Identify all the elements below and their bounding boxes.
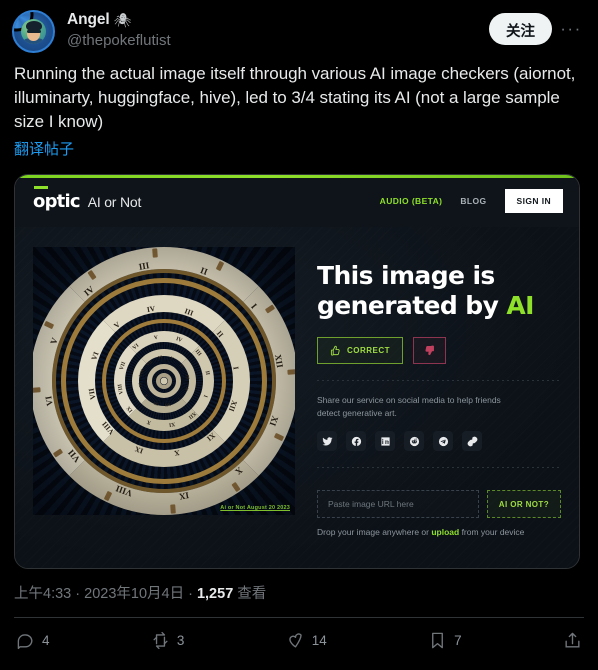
twitter-icon[interactable]: [317, 431, 337, 451]
translate-post-link[interactable]: 翻译帖子: [0, 134, 88, 160]
logo-wordmark: optic: [33, 190, 80, 212]
logo-dash-icon: [34, 185, 48, 189]
views-label: 查看: [233, 586, 267, 602]
result-title-prefix: This image is generated by: [317, 261, 507, 320]
share-icon: [565, 632, 580, 648]
reply-button[interactable]: 4: [16, 631, 50, 650]
avatar-glasses: [26, 29, 41, 33]
card-accent-bar: [15, 175, 579, 178]
post-date: 2023年10月4日: [84, 586, 185, 602]
tweet-container: Angel 🕷 @thepokeflutist 关注 ··· Running t…: [0, 0, 598, 670]
url-input-row: Paste image URL here AI OR NOT?: [317, 490, 561, 518]
feedback-buttons: CORRECT: [317, 337, 561, 364]
thumbs-up-icon: [330, 345, 340, 356]
share-icon-row: [317, 431, 561, 451]
optic-logo[interactable]: optic AI or Not: [33, 185, 142, 212]
clock-vignette: [33, 247, 295, 515]
spider-icon: 🕷: [113, 12, 132, 28]
share-button[interactable]: [563, 631, 582, 650]
thumbs-down-icon: [425, 345, 435, 356]
reply-count: 4: [42, 632, 50, 648]
correct-button[interactable]: CORRECT: [317, 337, 404, 364]
tweet-header: Angel 🕷 @thepokeflutist 关注 ···: [0, 0, 598, 56]
incorrect-button[interactable]: [413, 337, 447, 364]
avatar[interactable]: [12, 10, 55, 53]
divider-bottom: [317, 467, 561, 468]
like-button[interactable]: 14: [286, 631, 327, 650]
drop-hint-prefix: Drop your image anywhere or: [317, 527, 432, 537]
author-names: Angel 🕷 @thepokeflutist: [67, 10, 489, 51]
nav-link-audio[interactable]: AUDIO (BETA): [380, 196, 443, 206]
heart-icon: [289, 632, 302, 648]
retweet-button[interactable]: 3: [151, 631, 185, 650]
like-count: 14: [311, 632, 327, 648]
linkedin-icon[interactable]: [375, 431, 395, 451]
reddit-icon[interactable]: [404, 431, 424, 451]
display-name-row: Angel 🕷: [67, 10, 489, 30]
ai-or-not-button[interactable]: AI OR NOT?: [486, 490, 561, 518]
optic-nav-links: AUDIO (BETA) BLOG SIGN IN: [380, 189, 563, 213]
retweet-count: 3: [176, 632, 185, 648]
share-prompt: Share our service on social media to hel…: [317, 395, 501, 418]
action-bar: 4 3 14 7: [0, 618, 598, 662]
drop-hint-suffix: from your device: [459, 527, 525, 537]
bookmark-icon: [432, 632, 444, 648]
link-icon[interactable]: [462, 431, 482, 451]
follow-button[interactable]: 关注: [489, 13, 552, 45]
display-name[interactable]: Angel: [67, 10, 110, 30]
image-url-input[interactable]: Paste image URL here: [317, 490, 479, 518]
facebook-icon[interactable]: [346, 431, 366, 451]
bookmark-button[interactable]: 7: [428, 631, 462, 650]
bookmark-count: 7: [454, 632, 462, 648]
nav-link-blog[interactable]: BLOG: [460, 196, 486, 206]
optic-content: XIIXIXIXVIIIVIIVIVIVIIIIIIXIIXIXIXVIIIVI…: [15, 227, 579, 568]
more-options-icon[interactable]: ···: [556, 14, 586, 44]
result-title: This image is generated by AI: [317, 261, 561, 321]
telegram-icon[interactable]: [433, 431, 453, 451]
meta-sep-2: ·: [184, 586, 197, 602]
post-text: Running the actual image itself through …: [14, 64, 576, 131]
result-title-highlight: AI: [506, 291, 534, 320]
embedded-media-card[interactable]: optic AI or Not AUDIO (BETA) BLOG SIGN I…: [14, 174, 580, 569]
retweet-icon: [153, 631, 168, 649]
image-watermark: Ai or Not August 20 2023: [220, 505, 290, 511]
sign-in-button[interactable]: SIGN IN: [504, 189, 563, 213]
result-panel: This image is generated by AI CORRECT Sh…: [317, 247, 561, 550]
meta-sep-1: ·: [71, 586, 85, 602]
divider-top: [317, 380, 561, 381]
post-time: 上午4:33: [14, 586, 72, 602]
views-count: 1,257: [196, 586, 234, 602]
optic-navbar: optic AI or Not AUDIO (BETA) BLOG SIGN I…: [15, 175, 579, 227]
reply-icon: [17, 633, 33, 649]
handle[interactable]: @thepokeflutist: [67, 31, 489, 51]
correct-button-label: CORRECT: [347, 346, 391, 355]
logo-subtitle: AI or Not: [87, 193, 142, 210]
analyzed-image[interactable]: XIIXIXIXVIIIVIIVIVIVIIIIIIXIIXIXIXVIIIVI…: [33, 247, 295, 515]
post-meta: 上午4:33 · 2023年10月4日 · 1,257 查看: [0, 569, 598, 604]
upload-link[interactable]: upload: [431, 527, 459, 537]
drop-hint: Drop your image anywhere or upload from …: [317, 527, 561, 537]
avatar-inner: [21, 19, 46, 44]
